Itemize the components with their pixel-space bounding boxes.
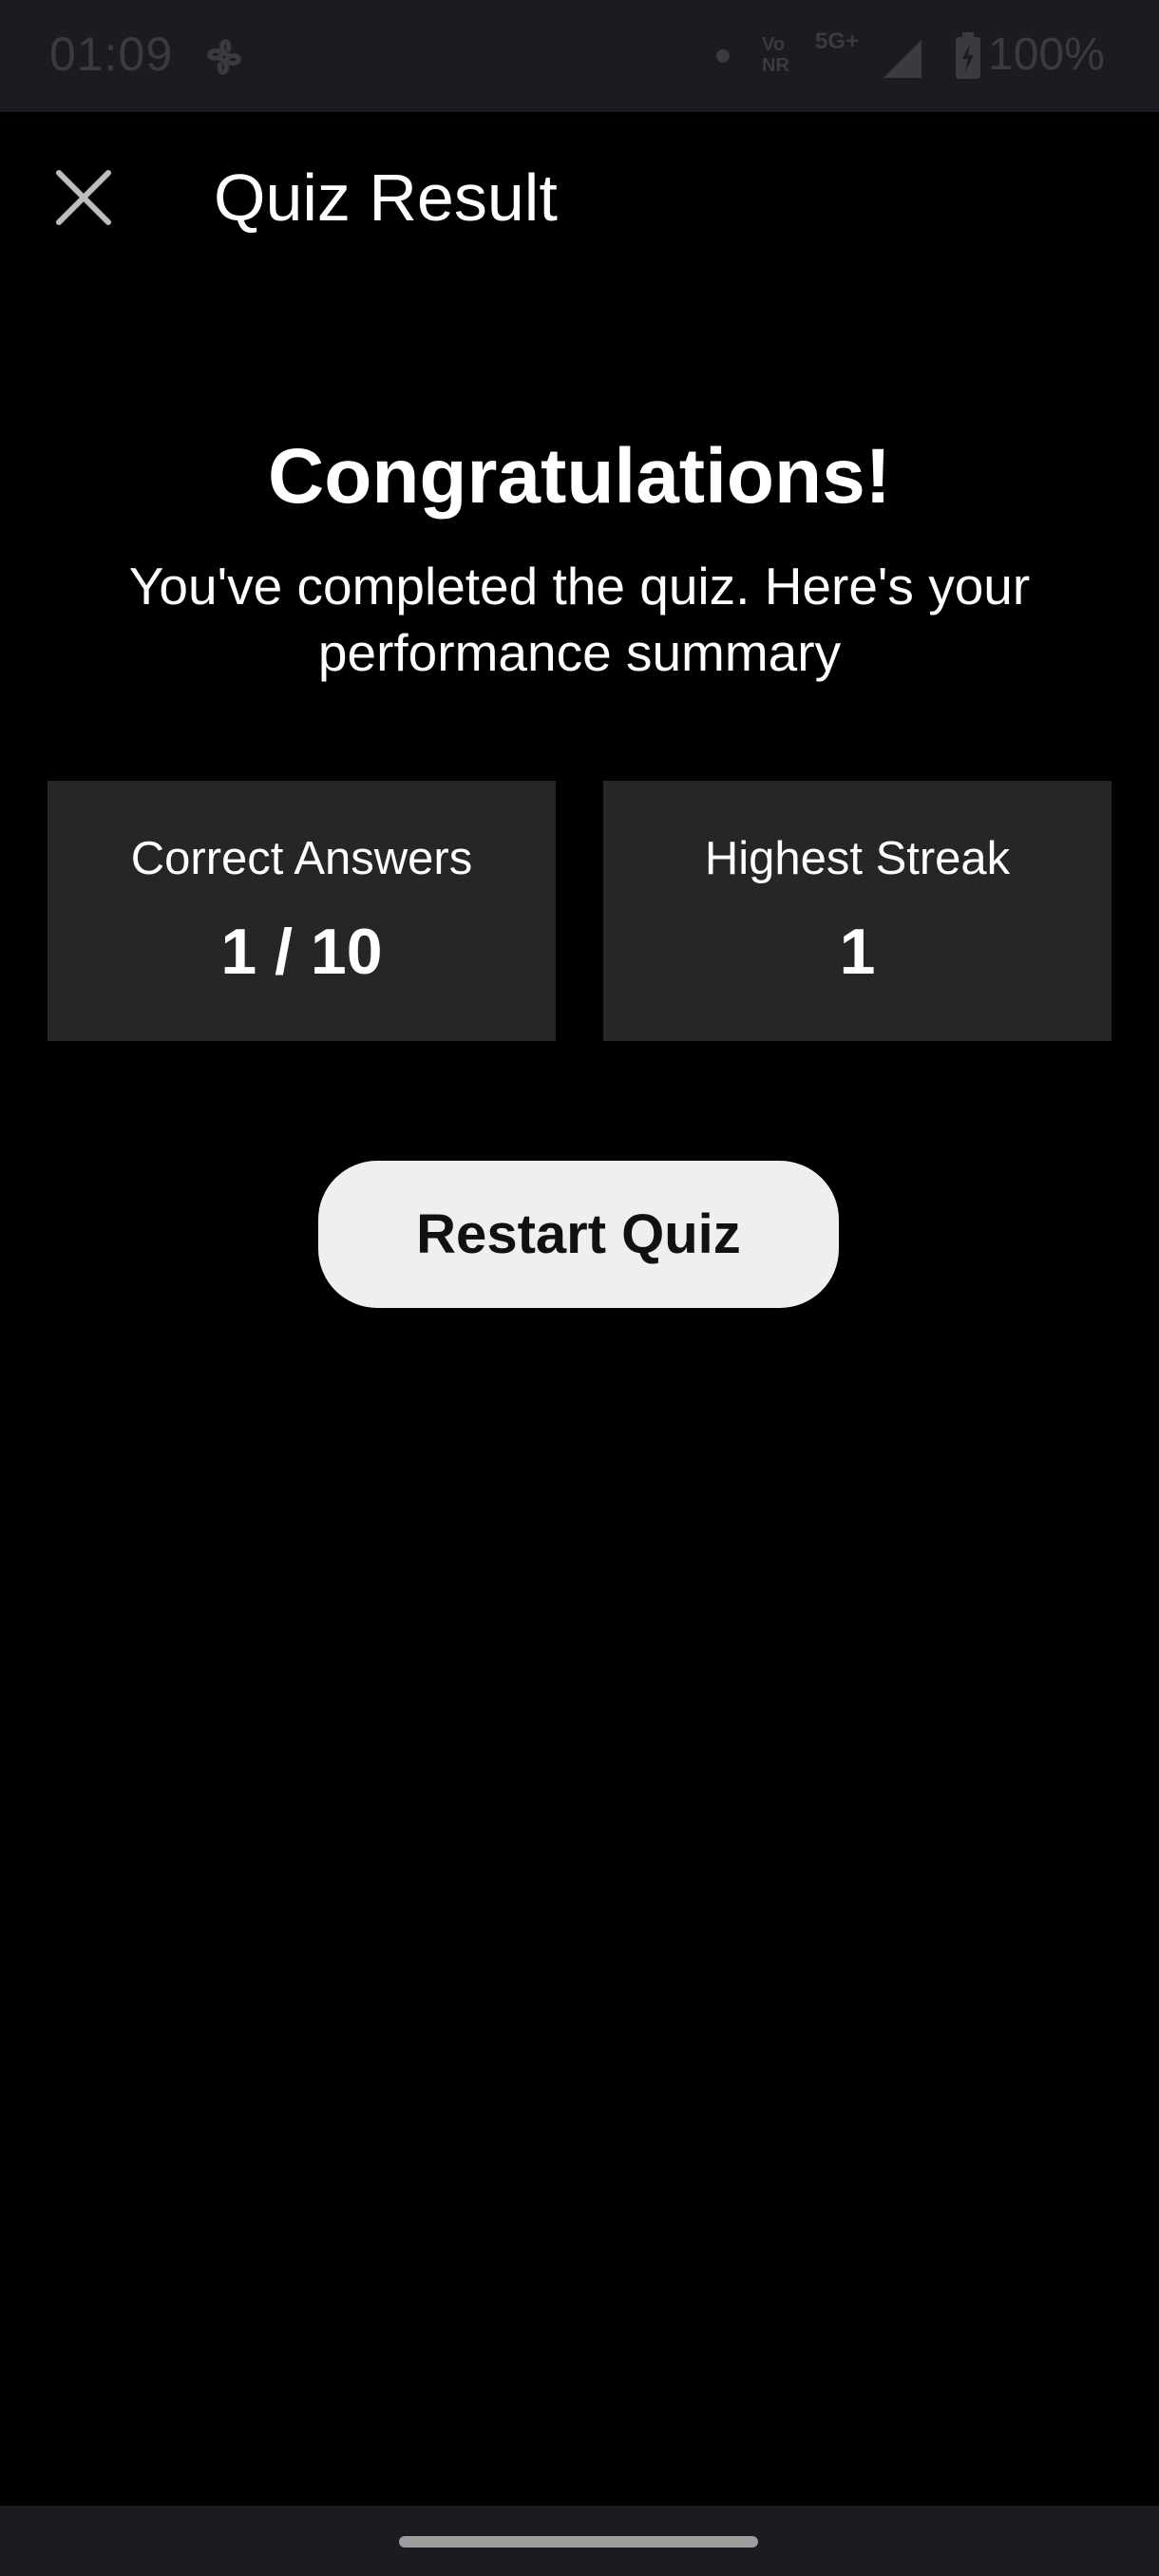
close-icon[interactable] xyxy=(53,167,114,228)
fan-icon xyxy=(207,39,241,75)
network-type: 5G+ xyxy=(815,28,860,54)
congratulations-heading: Congratulations! xyxy=(268,433,891,520)
correct-answers-value: 1 / 10 xyxy=(220,916,383,988)
highest-streak-card: Highest Streak 1 xyxy=(603,781,1112,1041)
summary-subtitle: You've completed the quiz. Here's your p… xyxy=(128,557,1031,682)
home-gesture-handle[interactable] xyxy=(399,2536,758,2548)
highest-streak-label: Highest Streak xyxy=(704,833,1011,884)
volte-indicator: Vo NR xyxy=(762,34,789,76)
correct-answers-label: Correct Answers xyxy=(130,833,473,884)
navigation-bar xyxy=(0,2506,1159,2576)
volte-line2: NR xyxy=(762,55,789,76)
volte-line1: Vo xyxy=(762,34,786,55)
notification-dot-icon xyxy=(716,49,730,63)
status-time: 01:09 xyxy=(49,28,174,81)
signal-icon xyxy=(884,40,922,78)
status-bar: 01:09 Vo NR 5G+ 100% xyxy=(0,0,1159,112)
highest-streak-value: 1 xyxy=(839,916,876,988)
restart-quiz-button[interactable]: Restart Quiz xyxy=(318,1161,839,1308)
battery-percent: 100% xyxy=(988,29,1105,80)
battery-icon xyxy=(956,32,980,79)
page-title: Quiz Result xyxy=(214,161,558,235)
correct-answers-card: Correct Answers 1 / 10 xyxy=(48,781,556,1041)
